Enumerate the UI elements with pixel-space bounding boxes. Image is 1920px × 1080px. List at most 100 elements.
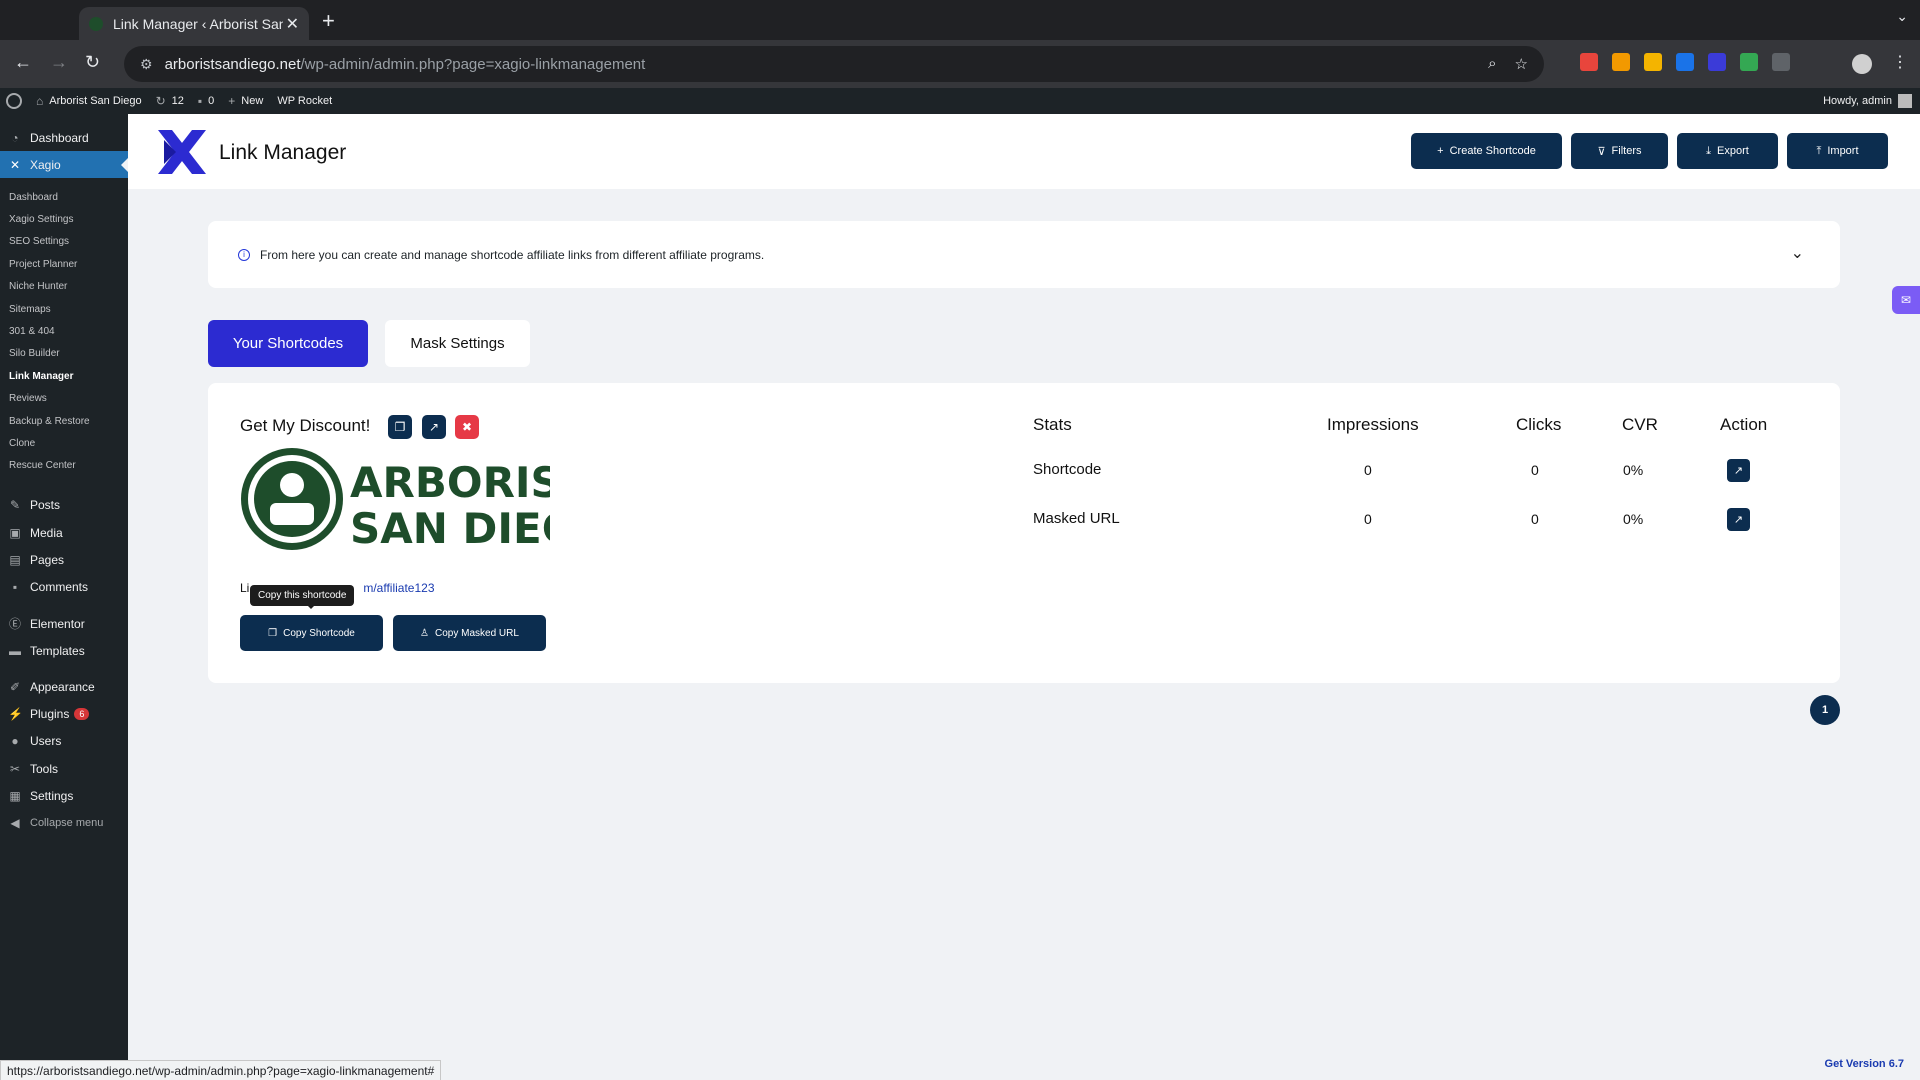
extensions-bar xyxy=(1580,53,1790,71)
submenu-rescue-center[interactable]: Rescue Center xyxy=(0,455,128,477)
comments-link[interactable]: ▪ 0 xyxy=(198,94,214,108)
extension-icon[interactable] xyxy=(1676,53,1694,71)
menu-plugins[interactable]: ⚡ Plugins 6 xyxy=(0,700,128,727)
plug-icon: ⚡ xyxy=(8,706,23,721)
submenu-link-manager[interactable]: Link Manager xyxy=(0,365,128,387)
wp-rocket-link[interactable]: WP Rocket xyxy=(277,95,332,107)
submenu-reviews[interactable]: Reviews xyxy=(0,388,128,410)
browser-menu-icon[interactable]: ⋮ xyxy=(1892,52,1908,72)
shortcode-clicks: 0 xyxy=(1531,462,1539,478)
tab-search-icon[interactable]: ⌄ xyxy=(1896,8,1908,25)
menu-settings[interactable]: ▦ Settings xyxy=(0,782,128,809)
chart-icon[interactable]: ↗ xyxy=(1727,459,1750,482)
new-content-link[interactable]: + New xyxy=(228,94,263,108)
wp-admin-bar: ⌂ Arborist San Diego ↻ 12 ▪ 0 + New WP Rocke… xyxy=(0,88,1920,114)
close-tab-icon[interactable]: ✕ xyxy=(286,14,299,34)
collapse-menu[interactable]: ◀ Collapse menu xyxy=(0,809,128,836)
menu-appearance[interactable]: ✐ Appearance xyxy=(0,673,128,700)
submenu-301-404[interactable]: 301 & 404 xyxy=(0,320,128,342)
brush-icon: ✐ xyxy=(9,679,21,694)
menu-posts[interactable]: ✎ Posts xyxy=(0,491,128,518)
affiliate-link[interactable]: m/affiliate123 xyxy=(363,581,434,595)
updates-link[interactable]: ↻ 12 xyxy=(156,94,184,108)
chat-icon[interactable]: ✉ xyxy=(1892,286,1920,314)
avatar xyxy=(1898,94,1912,108)
copy-icon: ❐ xyxy=(268,627,278,639)
menu-comments[interactable]: ▪ Comments xyxy=(0,573,128,600)
page-header: Link Manager + Create Shortcode ⊽ Filters … xyxy=(128,114,1920,189)
extension-icon[interactable] xyxy=(1612,53,1630,71)
reload-icon[interactable]: ↻ xyxy=(85,52,100,73)
duplicate-icon[interactable]: ❐ xyxy=(388,415,412,439)
bookmark-star-icon[interactable]: ☆ xyxy=(1515,55,1528,73)
browser-tab-bar: Link Manager ‹ Arborist San D ✕ + ⌄ xyxy=(0,0,1920,40)
filters-button[interactable]: ⊽ Filters xyxy=(1571,133,1668,169)
delete-icon[interactable]: ✖ xyxy=(455,415,479,439)
masked-cvr: 0% xyxy=(1623,511,1644,527)
puzzle-icon[interactable] xyxy=(1772,53,1790,71)
extension-icon[interactable] xyxy=(1644,53,1662,71)
copy-shortcode-button[interactable]: ❐ Copy Shortcode xyxy=(240,615,383,651)
menu-tools[interactable]: ✂ Tools xyxy=(0,755,128,782)
copy-masked-url-button[interactable]: ♙ Copy Masked URL xyxy=(393,615,546,651)
pagination-page[interactable]: 1 xyxy=(1810,695,1840,725)
profile-avatar[interactable] xyxy=(1852,54,1872,74)
menu-xagio[interactable]: ✕ Xagio xyxy=(0,151,128,178)
extension-icon[interactable] xyxy=(1708,53,1726,71)
submenu-sitemaps[interactable]: Sitemaps xyxy=(0,298,128,320)
wordpress-logo-icon[interactable] xyxy=(6,93,22,109)
tab-mask-settings[interactable]: Mask Settings xyxy=(385,320,530,367)
submenu-silo-builder[interactable]: Silo Builder xyxy=(0,343,128,365)
extension-icon[interactable] xyxy=(1580,53,1598,71)
xagio-submenu: Dashboard Xagio Settings SEO Settings Pr… xyxy=(0,186,128,477)
submenu-project-planner[interactable]: Project Planner xyxy=(0,253,128,275)
page-icon: ▤ xyxy=(9,552,21,567)
arborist-logo: ARBORIST SAN DIEGO xyxy=(241,448,550,553)
media-icon: ▣ xyxy=(9,525,21,540)
submenu-clone[interactable]: Clone xyxy=(0,432,128,454)
submenu-xagio-settings[interactable]: Xagio Settings xyxy=(0,208,128,230)
plugins-update-badge: 6 xyxy=(74,707,90,720)
account-menu[interactable]: Howdy, admin xyxy=(1823,94,1912,108)
export-button[interactable]: ⤓ Export xyxy=(1677,133,1778,169)
site-name-link[interactable]: ⌂ Arborist San Diego xyxy=(36,94,142,108)
create-shortcode-button[interactable]: + Create Shortcode xyxy=(1411,133,1562,169)
chart-icon[interactable]: ↗ xyxy=(1727,508,1750,531)
address-bar[interactable]: ⚙ arboristsandiego.net/wp-admin/admin.ph… xyxy=(124,46,1544,82)
import-button[interactable]: ⤒ Import xyxy=(1787,133,1888,169)
submenu-backup-restore[interactable]: Backup & Restore xyxy=(0,410,128,432)
upload-icon: ⤒ xyxy=(1816,144,1822,157)
version-link[interactable]: Get Version 6.7 xyxy=(1825,1058,1904,1070)
extension-icon[interactable] xyxy=(1740,53,1758,71)
new-tab-button[interactable]: + xyxy=(322,8,335,34)
menu-templates[interactable]: ▬ Templates xyxy=(0,637,128,664)
submenu-dashboard[interactable]: Dashboard xyxy=(0,186,128,208)
brand-line-1: ARBORIST xyxy=(350,458,550,507)
browser-tab[interactable]: Link Manager ‹ Arborist San D ✕ xyxy=(79,7,309,40)
tab-your-shortcodes[interactable]: Your Shortcodes xyxy=(208,320,368,367)
site-info-icon[interactable]: ⚙ xyxy=(140,56,153,73)
page-title: Link Manager xyxy=(219,141,347,164)
tab-title: Link Manager ‹ Arborist San D xyxy=(113,15,283,32)
menu-elementor[interactable]: Ⓔ Elementor xyxy=(0,610,128,637)
back-icon[interactable]: ← xyxy=(14,52,32,73)
comment-icon: ▪ xyxy=(197,94,203,108)
xagio-logo-icon xyxy=(158,130,206,174)
mask-icon: ♙ xyxy=(420,627,430,639)
submenu-niche-hunter[interactable]: Niche Hunter xyxy=(0,276,128,298)
info-text: From here you can create and manage shor… xyxy=(260,247,765,262)
url-path: /wp-admin/admin.php?page=xagio-linkmanag… xyxy=(300,55,646,73)
chevron-down-icon[interactable]: ⌄ xyxy=(1791,243,1804,263)
submenu-seo-settings[interactable]: SEO Settings xyxy=(0,231,128,253)
plus-icon: + xyxy=(1437,145,1444,157)
menu-pages[interactable]: ▤ Pages xyxy=(0,546,128,573)
masked-clicks: 0 xyxy=(1531,511,1539,527)
browser-toolbar: ← → ↻ ⚙ arboristsandiego.net/wp-admin/ad… xyxy=(0,40,1920,88)
external-link-icon[interactable]: ↗ xyxy=(422,415,446,439)
forward-icon[interactable]: → xyxy=(50,52,68,73)
menu-dashboard[interactable]: ◔ Dashboard xyxy=(0,124,128,151)
menu-users[interactable]: ● Users xyxy=(0,727,128,754)
url-host: arboristsandiego.net xyxy=(164,55,301,73)
zoom-icon[interactable]: ⌕ xyxy=(1488,55,1496,73)
menu-media[interactable]: ▣ Media xyxy=(0,519,128,546)
